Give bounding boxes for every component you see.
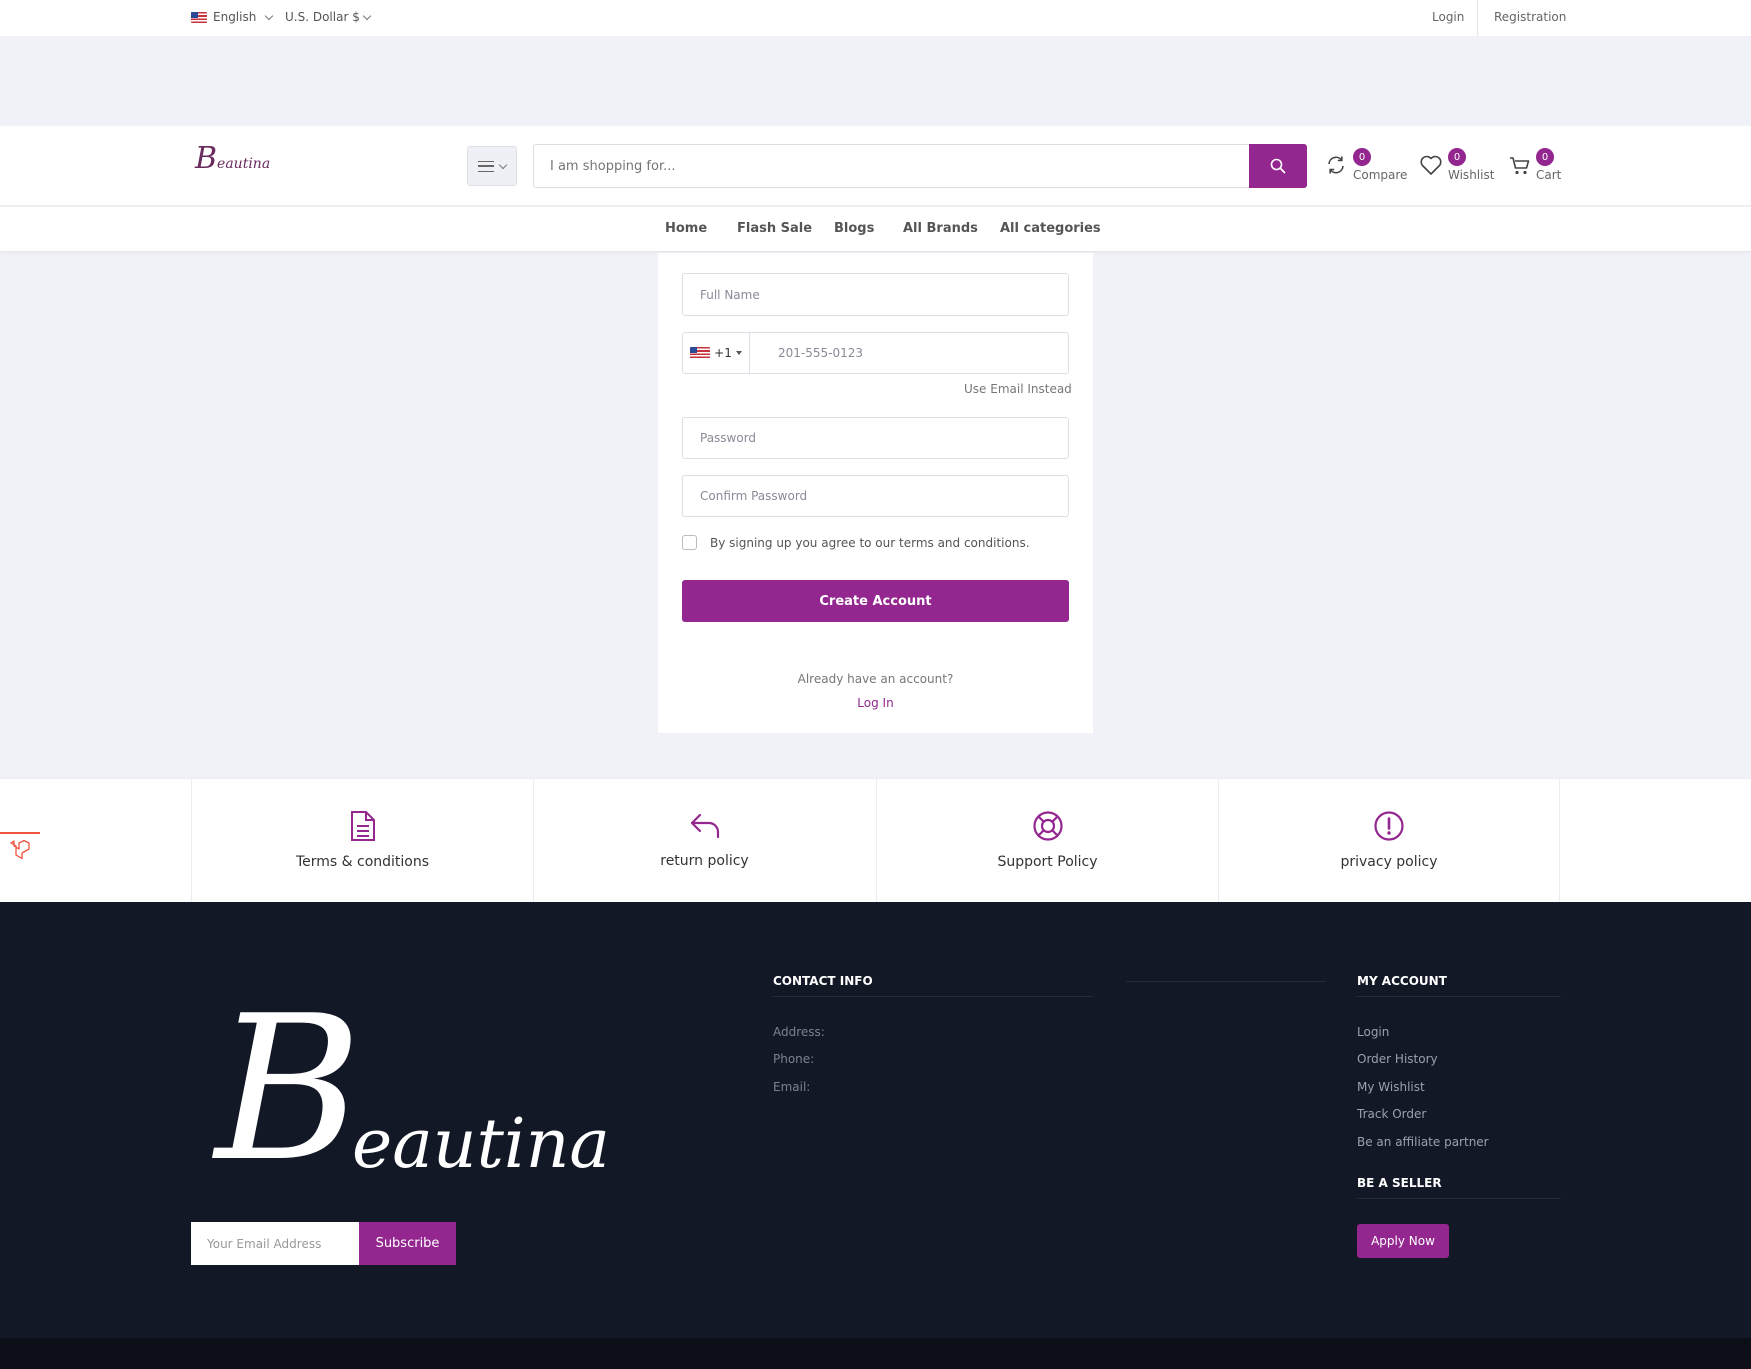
hamburger-icon [478, 160, 494, 172]
document-icon [350, 811, 375, 841]
debug-badge[interactable] [0, 832, 40, 866]
header-logo[interactable]: B eautina [195, 143, 270, 175]
wishlist-count-badge: 0 [1448, 148, 1466, 166]
apply-now-button[interactable]: Apply Now [1357, 1224, 1449, 1258]
compare-count-badge: 0 [1353, 148, 1371, 166]
topbar-divider [1477, 0, 1478, 36]
refresh-icon [1328, 156, 1344, 174]
footer-logo-initial: B [215, 973, 362, 1206]
wishlist-link[interactable]: 0 Wishlist [1419, 148, 1495, 184]
create-account-button[interactable]: Create Account [682, 580, 1069, 622]
country-code: +1 [714, 346, 732, 360]
currency-selector[interactable]: U.S. Dollar $ [285, 10, 372, 24]
footer-link-affiliate[interactable]: Be an affiliate partner [1357, 1135, 1489, 1149]
contact-info-title: CONTACT INFO [773, 974, 873, 988]
login-link-wrap: Log In [658, 692, 1093, 711]
policy-terms[interactable]: Terms & conditions [191, 778, 533, 902]
nav-item-blogs[interactable]: Blogs [834, 221, 874, 236]
category-menu-button[interactable] [467, 146, 517, 186]
have-account-text: Already have an account? [797, 672, 954, 686]
compare-link[interactable]: 0 Compare [1325, 148, 1408, 184]
contact-divider [773, 996, 1093, 997]
compare-label: Compare [1353, 168, 1408, 182]
lifebuoy-icon [1032, 811, 1063, 841]
middle-divider [1126, 981, 1326, 982]
chevron-down-icon [362, 11, 372, 20]
us-flag-icon [690, 346, 711, 360]
my-account-title: MY ACCOUNT [1357, 974, 1447, 988]
phone-input[interactable]: 201-555-0123 [749, 332, 1069, 374]
footer-bottom-bar [0, 1338, 1751, 1369]
cart-icon [1510, 157, 1530, 175]
use-email-link[interactable]: Use Email Instead [964, 382, 1072, 396]
exclamation-circle-icon [1374, 811, 1404, 841]
search-icon [1270, 158, 1286, 174]
nav-item-home[interactable]: Home [665, 221, 707, 236]
confirm-password-input[interactable]: Confirm Password [682, 475, 1069, 517]
full-name-input[interactable]: Full Name [682, 273, 1069, 316]
policy-label: Terms & conditions [295, 854, 430, 870]
top-registration-link[interactable]: Registration [1494, 10, 1566, 24]
account-divider [1357, 996, 1561, 997]
footer-link-track-order[interactable]: Track Order [1357, 1107, 1426, 1121]
email-label: Email: [773, 1080, 811, 1094]
policy-return[interactable]: return policy [533, 778, 875, 902]
nav-item-all-brands[interactable]: All Brands [903, 221, 978, 236]
logo-initial: B [195, 141, 218, 176]
logo-rest: eautina [217, 156, 271, 172]
policy-support[interactable]: Support Policy [876, 778, 1218, 902]
login-link[interactable]: Log In [857, 696, 893, 710]
top-login-link[interactable]: Login [1432, 10, 1464, 24]
search-button[interactable] [1249, 144, 1307, 188]
be-a-seller-title: BE A SELLER [1357, 1176, 1442, 1190]
cart-count-badge: 0 [1536, 148, 1554, 166]
us-flag-icon [191, 11, 207, 23]
chevron-down-icon [498, 160, 508, 169]
footer-link-my-wishlist[interactable]: My Wishlist [1357, 1080, 1425, 1094]
main-nav [0, 207, 1751, 252]
address-label: Address: [773, 1025, 825, 1039]
language-label: English [213, 10, 257, 24]
footer-logo-rest: eautina [351, 1105, 610, 1184]
policy-privacy[interactable]: privacy policy [1218, 778, 1560, 902]
footer-link-order-history[interactable]: Order History [1357, 1052, 1438, 1066]
footer-logo[interactable]: B eautina [215, 973, 610, 1206]
search-input[interactable] [533, 144, 1250, 188]
subscribe-button[interactable]: Subscribe [359, 1222, 456, 1265]
policy-label: return policy [660, 853, 749, 869]
cart-link[interactable]: 0 Cart [1509, 148, 1563, 184]
heart-icon [1420, 155, 1442, 175]
nav-item-all-categories[interactable]: All categories [1000, 221, 1101, 236]
wishlist-label: Wishlist [1448, 168, 1495, 182]
caret-down-icon [735, 351, 742, 355]
policy-label: privacy policy [1340, 854, 1438, 870]
cart-label: Cart [1536, 168, 1562, 182]
laravel-logo-icon [10, 840, 30, 860]
policy-label: Support Policy [997, 854, 1098, 870]
seller-divider [1357, 1198, 1561, 1199]
nav-item-flash-sale[interactable]: Flash Sale [737, 221, 812, 236]
chevron-down-icon [265, 11, 274, 20]
footer-link-login[interactable]: Login [1357, 1025, 1389, 1039]
password-input[interactable]: Password [682, 417, 1069, 459]
currency-label: U.S. Dollar $ [285, 10, 360, 24]
newsletter-email-input[interactable]: Your Email Address [191, 1222, 359, 1265]
language-selector[interactable]: English [191, 10, 274, 24]
return-arrow-icon [690, 813, 719, 839]
phone-label: Phone: [773, 1052, 815, 1066]
terms-label: By signing up you agree to our terms and… [710, 536, 1030, 550]
country-code-selector[interactable]: +1 [682, 332, 750, 374]
terms-checkbox[interactable] [682, 535, 697, 550]
